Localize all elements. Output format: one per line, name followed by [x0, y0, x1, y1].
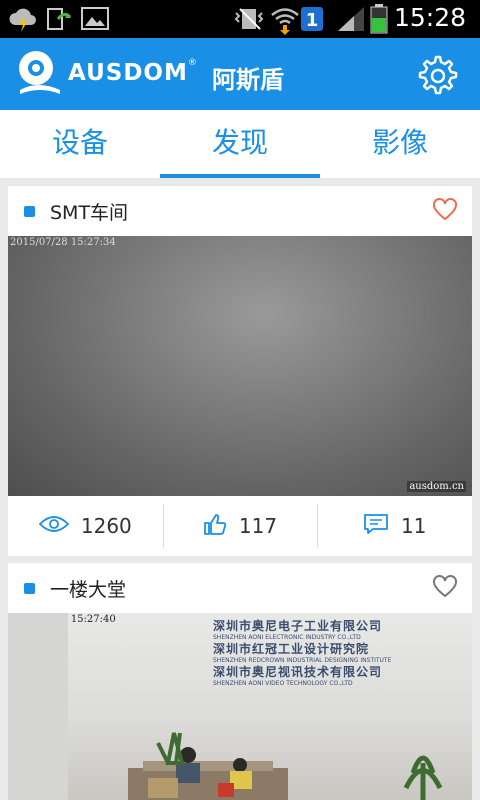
notification-badge: 1 [300, 6, 324, 36]
thumbs-up-icon [203, 513, 227, 539]
card-title: SMT车间 [50, 202, 129, 224]
feed-card[interactable]: 一楼大堂 2015/07/28 15:27:40 深圳市奥尼电子工业有限公司 S… [8, 563, 472, 800]
favorite-heart-icon[interactable] [432, 575, 458, 603]
comments-stat[interactable]: 11 [317, 496, 472, 556]
likes-count: 117 [238, 514, 278, 538]
comment-icon [363, 513, 389, 539]
status-time: 15:28 [393, 3, 466, 32]
lobby-scene [8, 613, 443, 800]
views-stat[interactable]: 1260 [8, 496, 163, 556]
signal-icon [336, 5, 366, 37]
feed-card[interactable]: SMT车间 2015/07/28 15:27:34 ausdom.cn 1260… [8, 186, 472, 556]
card-stats: 1260 117 11 [8, 496, 472, 556]
video-thumbnail[interactable]: 2015/07/28 15:27:34 ausdom.cn [8, 236, 472, 496]
card-bullet [24, 206, 35, 217]
status-bar: 1 15:28 [0, 0, 480, 38]
card-title: 一楼大堂 [50, 579, 127, 601]
settings-gear-icon[interactable] [414, 54, 458, 102]
battery-icon [370, 4, 388, 38]
eye-icon [38, 515, 70, 537]
tab-media[interactable]: 影像 [320, 110, 480, 178]
camera-logo-icon [14, 48, 64, 102]
tab-devices[interactable]: 设备 [0, 110, 160, 178]
video-watermark: ausdom.cn [407, 481, 466, 492]
svg-text:1: 1 [306, 10, 319, 31]
weather-storm-icon [8, 5, 38, 37]
likes-stat[interactable]: 117 [162, 496, 318, 556]
brand-logo-cn: 阿斯盾 [212, 66, 284, 94]
card-header: SMT车间 [8, 186, 472, 236]
vibrate-icon [232, 5, 266, 37]
image-icon [80, 5, 110, 37]
video-thumbnail[interactable]: 2015/07/28 15:27:40 深圳市奥尼电子工业有限公司 SHENZH… [8, 613, 472, 800]
video-timestamp: 2015/07/28 15:27:34 [10, 237, 116, 248]
tab-discover[interactable]: 发现 [160, 110, 320, 178]
comments-count: 11 [400, 514, 427, 538]
card-bullet [24, 583, 35, 594]
tab-bar: 设备 发现 影像 [0, 110, 480, 178]
views-count: 1260 [80, 514, 132, 538]
app-bar: AUSDOM® 阿斯盾 [0, 38, 480, 110]
card-header: 一楼大堂 [8, 563, 472, 613]
sync-icon [44, 5, 74, 37]
wifi-icon [270, 5, 300, 39]
brand-logo: AUSDOM® [68, 58, 198, 86]
favorite-heart-icon[interactable] [432, 198, 458, 226]
